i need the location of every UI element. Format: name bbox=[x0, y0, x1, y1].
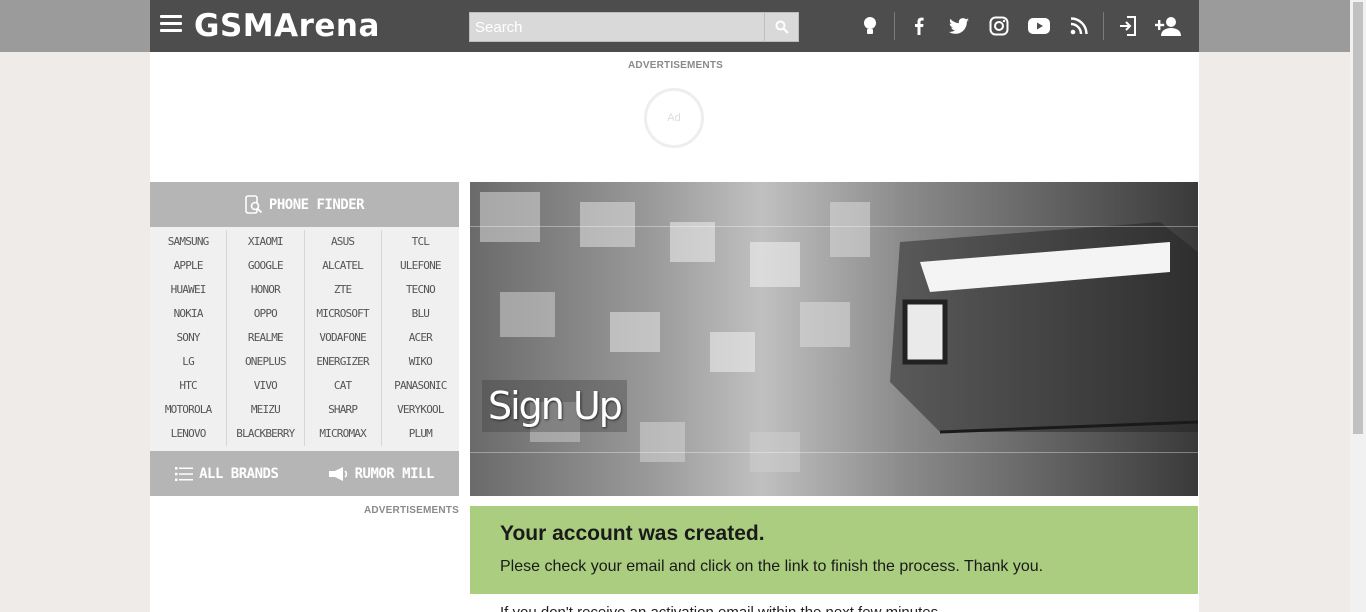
top-ad-label: ADVERTISEMENTS bbox=[628, 60, 724, 71]
brand-link[interactable]: ASUS bbox=[305, 230, 381, 254]
brand-link[interactable]: BLACKBERRY bbox=[227, 422, 303, 446]
scrollbar-thumb[interactable] bbox=[1353, 2, 1363, 434]
search-icon bbox=[775, 20, 789, 34]
search-button[interactable] bbox=[764, 13, 798, 41]
list-icon bbox=[175, 466, 194, 481]
brand-grid: SAMSUNG APPLE HUAWEI NOKIA SONY LG HTC MOTOROLA… bbox=[150, 227, 459, 451]
ad-placeholder: Ad bbox=[644, 88, 704, 148]
brand-link[interactable]: VODAFONE bbox=[305, 326, 381, 350]
all-brands-button[interactable]: ALL BRANDS bbox=[175, 465, 279, 482]
search-box bbox=[469, 12, 799, 42]
tip-icon[interactable] bbox=[850, 0, 890, 52]
page-scrollbar[interactable] bbox=[1350, 0, 1366, 612]
brand-link[interactable]: SHARP bbox=[305, 398, 381, 422]
brand-link[interactable]: APPLE bbox=[150, 254, 226, 278]
brand-link[interactable]: NOKIA bbox=[150, 302, 226, 326]
brand-link[interactable]: GOOGLE bbox=[227, 254, 303, 278]
brand-link[interactable]: BLU bbox=[382, 302, 459, 326]
brand-link[interactable]: MICROSOFT bbox=[305, 302, 381, 326]
site-header: GSMArena bbox=[150, 0, 1199, 52]
rumor-mill-label: RUMOR MILL bbox=[354, 465, 435, 482]
menu-icon[interactable] bbox=[160, 15, 182, 37]
brand-link[interactable]: LG bbox=[150, 350, 226, 374]
brand-link[interactable]: ZTE bbox=[305, 278, 381, 302]
header-divider bbox=[1103, 12, 1104, 40]
brand-column: ASUS ALCATEL ZTE MICROSOFT VODAFONE ENERGIZER… bbox=[305, 230, 382, 446]
brand-link[interactable]: SAMSUNG bbox=[150, 230, 226, 254]
brand-link[interactable]: REALME bbox=[227, 326, 303, 350]
rumor-mill-button[interactable]: RUMOR MILL bbox=[328, 465, 435, 482]
brand-column: SAMSUNG APPLE HUAWEI NOKIA SONY LG HTC MOTOROLA… bbox=[150, 230, 228, 446]
phone-finder-label: PHONE FINDER bbox=[268, 196, 365, 213]
signup-icon[interactable] bbox=[1148, 0, 1188, 52]
brand-link[interactable]: PLUM bbox=[382, 422, 459, 446]
hero-banner: Sign Up bbox=[470, 182, 1198, 496]
brand-link[interactable]: WIKO bbox=[382, 350, 459, 374]
brand-link[interactable]: TECNO bbox=[382, 278, 459, 302]
card-catalog-image bbox=[480, 192, 1198, 472]
page-title: Sign Up bbox=[482, 380, 627, 432]
finder-footer: ALL BRANDS RUMOR MILL bbox=[150, 451, 459, 496]
brand-link[interactable]: SONY bbox=[150, 326, 226, 350]
brand-link[interactable]: ENERGIZER bbox=[305, 350, 381, 374]
brand-link[interactable]: ACER bbox=[382, 326, 459, 350]
phone-finder-button[interactable]: PHONE FINDER bbox=[150, 182, 459, 227]
brand-link[interactable]: ALCATEL bbox=[305, 254, 381, 278]
brand-link[interactable]: LENOVO bbox=[150, 422, 226, 446]
youtube-icon[interactable] bbox=[1019, 0, 1059, 52]
site-logo[interactable]: GSMArena bbox=[194, 6, 380, 46]
brand-column: TCL ULEFONE TECNO BLU ACER WIKO PANASONIC VERYK… bbox=[382, 230, 459, 446]
side-ad-label: ADVERTISEMENTS bbox=[363, 505, 459, 516]
brand-link[interactable]: MICROMAX bbox=[305, 422, 381, 446]
rss-icon[interactable] bbox=[1059, 0, 1099, 52]
brand-link[interactable]: TCL bbox=[382, 230, 459, 254]
header-divider bbox=[894, 12, 895, 40]
activation-note: If you don't receive an activation email… bbox=[500, 604, 942, 612]
brand-link[interactable]: MEIZU bbox=[227, 398, 303, 422]
twitter-icon[interactable] bbox=[939, 0, 979, 52]
phone-finder-panel: PHONE FINDER SAMSUNG APPLE HUAWEI NOKIA SONY… bbox=[150, 182, 459, 516]
brand-link[interactable]: ULEFONE bbox=[382, 254, 459, 278]
instagram-icon[interactable] bbox=[979, 0, 1019, 52]
brand-link[interactable]: XIAOMI bbox=[227, 230, 303, 254]
success-title: Your account was created. bbox=[500, 522, 765, 545]
brand-link[interactable]: PANASONIC bbox=[382, 374, 459, 398]
brand-link[interactable]: OPPO bbox=[227, 302, 303, 326]
header-icons bbox=[850, 0, 1188, 52]
brand-link[interactable]: CAT bbox=[305, 374, 381, 398]
hero-divider-top bbox=[470, 226, 1198, 227]
success-body: Plese check your email and click on the … bbox=[500, 558, 1044, 575]
brand-link[interactable]: ONEPLUS bbox=[227, 350, 303, 374]
facebook-icon[interactable] bbox=[899, 0, 939, 52]
phone-finder-icon bbox=[245, 194, 263, 214]
megaphone-icon bbox=[328, 466, 347, 481]
brand-link[interactable]: MOTOROLA bbox=[150, 398, 226, 422]
hero-divider-bottom bbox=[470, 452, 1198, 453]
search-input[interactable] bbox=[470, 13, 764, 41]
brand-column: XIAOMI GOOGLE HONOR OPPO REALME ONEPLUS VIVO ME… bbox=[227, 230, 305, 446]
brand-link[interactable]: HTC bbox=[150, 374, 226, 398]
brand-link[interactable]: VIVO bbox=[227, 374, 303, 398]
success-message: Your account was created. Plese check yo… bbox=[470, 506, 1198, 594]
page-content: ADVERTISEMENTS Ad PHONE FINDER SAMSUNG AP… bbox=[150, 52, 1199, 612]
login-icon[interactable] bbox=[1108, 0, 1148, 52]
all-brands-label: ALL BRANDS bbox=[199, 465, 279, 482]
brand-link[interactable]: HUAWEI bbox=[150, 278, 226, 302]
brand-link[interactable]: VERYKOOL bbox=[382, 398, 459, 422]
brand-link[interactable]: HONOR bbox=[227, 278, 303, 302]
